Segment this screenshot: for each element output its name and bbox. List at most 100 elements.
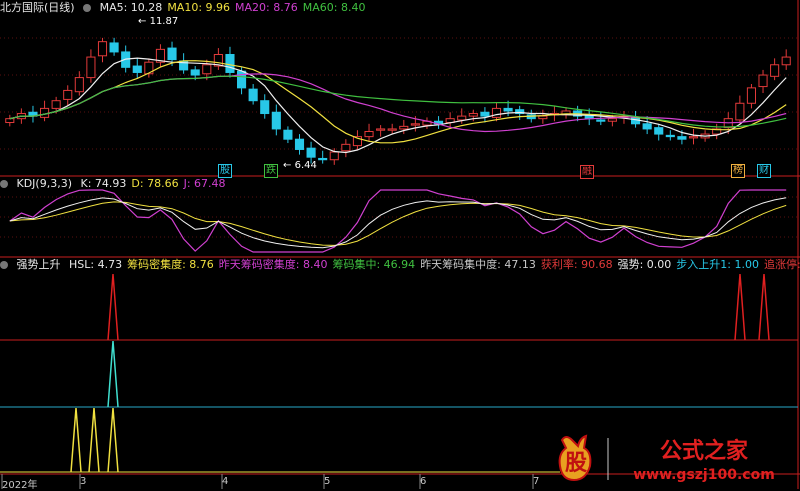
ind-item-5: 获利率: 90.68 (540, 258, 613, 271)
candle-body-29 (341, 143, 351, 152)
qiangshi-spike-0 (70, 407, 82, 473)
candle-body-23 (271, 111, 281, 130)
ind-item-2: 昨天筹码密集度: 8.40 (218, 258, 328, 271)
candle-body-42 (491, 107, 502, 118)
candle-body-34 (399, 125, 409, 130)
ind-item-7: 步入上升1: 1.00 (676, 258, 759, 271)
event-badge-4[interactable]: 财 (757, 164, 771, 178)
qiangshi-spike-1 (88, 407, 100, 473)
candle-body-3 (40, 107, 50, 118)
kdj-title: KDJ(9,3,3) (16, 177, 73, 190)
ind-item-6: 强势: 0.00 (617, 258, 672, 271)
low-arrow-icon: ← (283, 160, 292, 171)
x-tick-label-2: 4 (222, 476, 229, 487)
candle-body-17 (202, 64, 212, 75)
ind-item-4: 昨天筹码集中度: 47.13 (420, 258, 536, 271)
qiangshi-spike-2 (107, 407, 119, 473)
zhuizhangting-spike-2 (758, 273, 770, 341)
candle-body-33 (387, 128, 397, 131)
candle-body-7 (86, 56, 96, 79)
ma-item-0: MA5: 10.28 (99, 1, 163, 14)
ind-title: 强势上升 (16, 258, 61, 271)
ind-item-3: 筹码集中: 46.94 (332, 258, 416, 271)
candle-body-16 (190, 69, 200, 76)
kdj-panel-header: KDJ(9,3,3) K: 74.93 D: 78.66 J: 67.48 (0, 176, 236, 191)
candle-body-14 (167, 47, 177, 61)
watermark-url: www.gszj100.com (633, 467, 775, 483)
ind-settings-dot-icon[interactable] (0, 261, 8, 269)
x-tick-label-4: 6 (420, 476, 427, 487)
candle-body-26 (306, 147, 316, 158)
candle-body-32 (376, 128, 386, 131)
candle-body-51 (596, 119, 606, 122)
candle-body-56 (654, 127, 664, 135)
candle-body-31 (364, 131, 374, 138)
candle-body-6 (74, 77, 84, 93)
kdj-settings-dot-icon[interactable] (0, 180, 8, 188)
ma10-line (9, 60, 787, 144)
kdj-item-2: J: 67.48 (183, 177, 226, 190)
high-price-label: ← 11.87 (138, 16, 178, 27)
ind-item-0: HSL: 4.73 (69, 258, 123, 271)
candle-body-28 (329, 151, 339, 161)
candle-body-27 (318, 157, 328, 161)
candle-body-4 (51, 100, 61, 109)
candle-body-0 (5, 118, 15, 124)
candle-body-20 (237, 70, 247, 89)
candle-body-25 (294, 138, 305, 150)
candle-body-58 (677, 136, 687, 140)
event-badge-0[interactable]: 股 (218, 164, 232, 178)
candle-body-5 (63, 89, 73, 100)
zhuizhangting-spike-1 (734, 273, 746, 341)
main-panel-header: 北方国际(日线) MA5: 10.28 MA10: 9.96 MA20: 8.76 M… (0, 0, 375, 15)
candle-body-43 (503, 107, 513, 112)
main-title: 北方国际(日线) (0, 1, 75, 14)
candle-body-66 (770, 64, 780, 77)
settings-dot-icon[interactable] (83, 4, 92, 12)
ma5-line (9, 57, 787, 154)
candle-body-35 (410, 123, 420, 126)
kdj-k-line (9, 197, 787, 249)
candle-body-39 (457, 115, 467, 121)
candle-body-55 (642, 123, 652, 130)
candle-body-9 (109, 42, 119, 53)
ma60-line (9, 75, 787, 128)
event-badge-3[interactable]: 榜 (731, 164, 745, 178)
candle-body-52 (607, 118, 617, 122)
x-tick-label-5: 7 (533, 476, 540, 487)
low-price-label: ← 6.44 (283, 160, 317, 171)
watermark-name: 公式之家 (660, 438, 749, 464)
candle-body-11 (132, 65, 142, 73)
kdj-item-1: D: 78.66 (131, 177, 179, 190)
watermark-logo: 股 公式之家 www.gszj100.com (556, 432, 800, 486)
ind-item-8: 追涨停: 2.00 (764, 258, 800, 271)
buru-spike-0 (107, 340, 119, 408)
ma-item-2: MA20: 8.76 (235, 1, 298, 14)
x-tick-label-3: 5 (324, 476, 331, 487)
event-badge-1[interactable]: 跌 (264, 164, 278, 178)
candle-body-63 (735, 102, 745, 121)
ma-item-1: MA10: 9.96 (167, 1, 231, 14)
event-badge-2[interactable]: 融 (580, 165, 594, 179)
candle-body-57 (665, 134, 675, 138)
zhuizhangting-spike-0 (107, 273, 119, 341)
kdj-item-0: K: 74.93 (80, 177, 127, 190)
watermark-char: 股 (565, 451, 587, 476)
candle-body-21 (248, 88, 258, 102)
candle-body-46 (538, 115, 548, 120)
ma-item-3: MA60: 8.40 (302, 1, 366, 14)
high-value: 11.87 (149, 16, 179, 27)
chart-canvas (0, 0, 800, 489)
candle-body-40 (468, 113, 478, 117)
candle-body-67 (781, 56, 791, 66)
ind-item-1: 筹码密集度: 8.76 (127, 258, 214, 271)
x-tick-label-1: 3 (80, 476, 87, 487)
candle-body-59 (688, 136, 699, 139)
kdj-d-line (9, 201, 787, 246)
candle-body-22 (260, 100, 270, 115)
candle-body-41 (480, 111, 490, 117)
candle-body-8 (97, 41, 108, 57)
ind-panel-header: 强势上升 HSL: 4.73 筹码密集度: 8.76 昨天筹码密集度: 8.40 筹码… (0, 257, 800, 272)
candle-body-24 (283, 129, 293, 140)
high-arrow-icon: ← (138, 16, 147, 27)
